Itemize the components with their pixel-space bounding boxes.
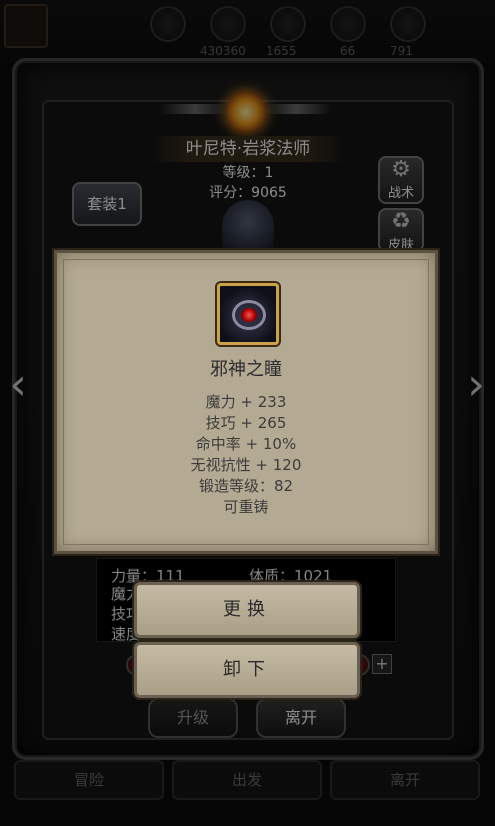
- item-attribute: 魔力 + 233: [205, 393, 287, 411]
- item-attribute: 无视抗性 + 120: [190, 456, 302, 474]
- item-detail-popup: 邪神之瞳 魔力 + 233 技巧 + 265 命中率 + 10% 无视抗性 + …: [54, 250, 438, 554]
- item-attribute: 技巧 + 265: [205, 414, 287, 432]
- evil-eye-icon: [217, 283, 279, 345]
- item-attribute: 锻造等级：82: [198, 477, 294, 495]
- item-name: 邪神之瞳: [210, 359, 282, 380]
- unequip-button[interactable]: 卸下: [134, 642, 360, 698]
- item-attribute: 可重铸: [223, 498, 269, 516]
- replace-button[interactable]: 更换: [134, 582, 360, 638]
- item-attribute: 命中率 + 10%: [195, 435, 297, 453]
